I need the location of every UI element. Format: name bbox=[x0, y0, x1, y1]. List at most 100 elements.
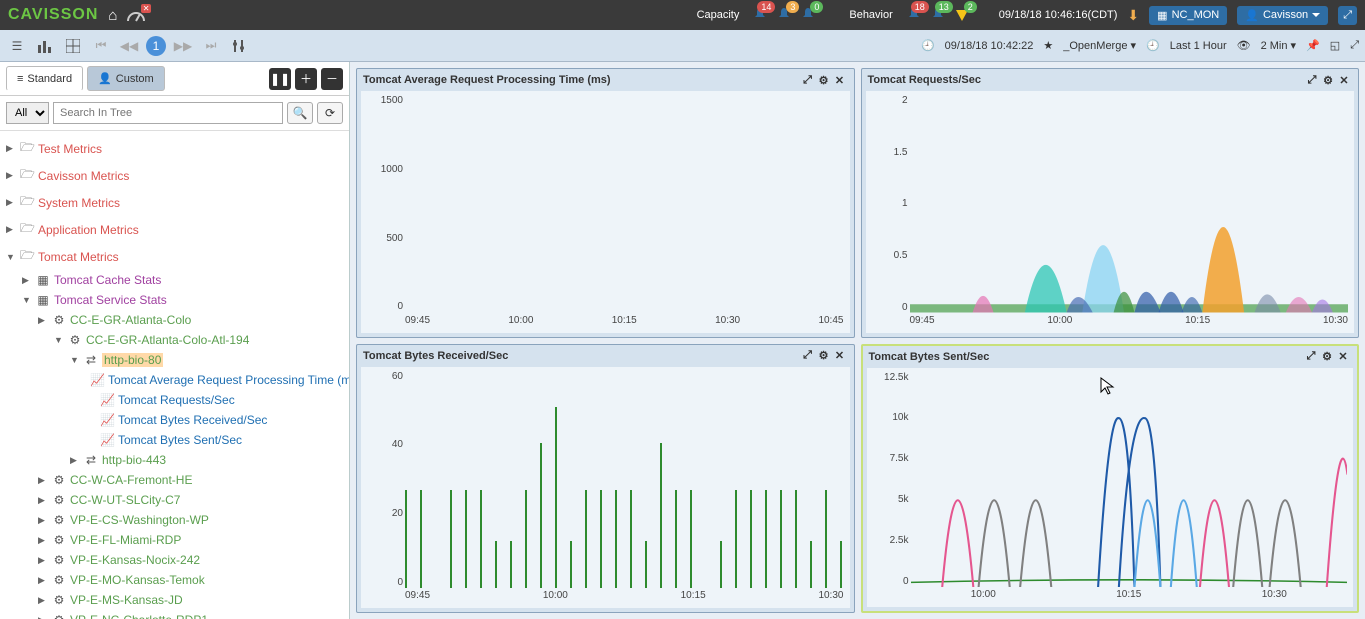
capacity-bell-3[interactable]: 0 bbox=[801, 7, 815, 24]
last-icon[interactable]: ⏭ bbox=[200, 35, 222, 57]
expand-icon[interactable]: ⤢ bbox=[800, 349, 816, 362]
toggle-icon[interactable]: ▶ bbox=[38, 515, 48, 526]
tree-item[interactable]: ▼🗁Tomcat Metrics bbox=[0, 243, 349, 270]
tree-item[interactable]: ▼▦Tomcat Service Stats bbox=[0, 290, 349, 310]
download-icon[interactable]: ⬇ bbox=[1127, 7, 1139, 24]
tree-item[interactable]: ▼⚙CC-E-GR-Atlanta-Colo-Atl-194 bbox=[0, 330, 349, 350]
tree-item[interactable]: ▶▦Tomcat Cache Stats bbox=[0, 270, 349, 290]
toggle-icon[interactable]: ▶ bbox=[6, 224, 16, 235]
first-icon[interactable]: ⏮ bbox=[90, 35, 112, 57]
gear-icon[interactable]: ⚙ bbox=[816, 349, 832, 362]
tree-item[interactable]: ▶⚙VP-E-MS-Kansas-JD bbox=[0, 590, 349, 610]
user-menu-button[interactable]: 👤Cavisson bbox=[1237, 6, 1328, 25]
tree-label: Cavisson Metrics bbox=[38, 169, 129, 183]
toggle-icon[interactable]: ▶ bbox=[38, 535, 48, 546]
toggle-icon[interactable]: ▶ bbox=[38, 615, 48, 619]
close-icon[interactable]: ✕ bbox=[1335, 350, 1351, 363]
dashboard-icon[interactable]: ✕ bbox=[127, 8, 145, 22]
range-dropdown[interactable]: Last 1 Hour bbox=[1170, 40, 1227, 52]
panel-requests-sec: Tomcat Requests/Sec⤢⚙✕ 21.510.50 bbox=[861, 68, 1360, 338]
toggle-icon[interactable]: ▶ bbox=[6, 197, 16, 208]
refresh-dropdown[interactable]: 2 Min ▾ bbox=[1261, 39, 1296, 52]
tree-item[interactable]: ▶⚙VP-E-NC-Charlotte-RDP1 bbox=[0, 610, 349, 619]
expand-button[interactable]: ⤢ bbox=[1338, 6, 1357, 25]
tree-filter-select[interactable]: All bbox=[6, 102, 49, 124]
toggle-icon[interactable]: ▶ bbox=[6, 170, 16, 181]
fullscreen-icon[interactable]: ⤢ bbox=[1350, 39, 1359, 52]
settings-icon[interactable] bbox=[228, 35, 250, 57]
pin-icon[interactable]: 📌 bbox=[1306, 39, 1320, 52]
tree-item[interactable]: ▶ 🗁 Cavisson Metrics bbox=[0, 162, 349, 189]
tree-item[interactable]: ▶🗁Test Metrics bbox=[0, 135, 349, 162]
tree-item[interactable]: ▶⚙CC-W-UT-SLCity-C7 bbox=[0, 490, 349, 510]
gear-icon[interactable]: ⚙ bbox=[816, 74, 832, 87]
toggle-icon[interactable]: ▶ bbox=[38, 555, 48, 566]
toggle-icon[interactable]: ▶ bbox=[38, 575, 48, 586]
pause-button[interactable]: ❚❚ bbox=[269, 68, 291, 90]
next-icon[interactable]: ▶▶ bbox=[172, 35, 194, 57]
tree-item[interactable]: ▶⚙VP-E-CS-Washington-WP bbox=[0, 510, 349, 530]
close-icon[interactable]: ✕ bbox=[1336, 74, 1352, 87]
toggle-icon[interactable]: ▶ bbox=[70, 455, 80, 466]
star-icon[interactable]: ★ bbox=[1043, 39, 1053, 52]
toggle-icon[interactable]: ▼ bbox=[70, 355, 80, 365]
toggle-icon[interactable]: ▶ bbox=[38, 595, 48, 606]
tree-item[interactable]: ▶⚙CC-W-CA-Fremont-HE bbox=[0, 470, 349, 490]
tree-item[interactable]: 📈Tomcat Average Request Processing Time … bbox=[0, 370, 349, 390]
behavior-bell-2[interactable]: 13 bbox=[931, 7, 945, 24]
tree-item[interactable]: 📈Tomcat Bytes Received/Sec bbox=[0, 410, 349, 430]
home-icon[interactable]: ⌂ bbox=[108, 7, 117, 24]
tree-item[interactable]: 📈Tomcat Requests/Sec bbox=[0, 390, 349, 410]
toggle-icon[interactable]: ▼ bbox=[54, 335, 64, 345]
remove-button[interactable]: － bbox=[321, 68, 343, 90]
toggle-icon[interactable]: ▼ bbox=[6, 252, 16, 262]
panel-title: Tomcat Bytes Sent/Sec bbox=[869, 351, 990, 363]
toggle-icon[interactable]: ▼ bbox=[22, 295, 32, 305]
add-button[interactable]: ＋ bbox=[295, 68, 317, 90]
search-icon[interactable]: 🔍 bbox=[287, 102, 313, 124]
refresh-icon[interactable]: ⟳ bbox=[317, 102, 343, 124]
layout-icon[interactable]: ◱ bbox=[1330, 39, 1340, 52]
tree-label: Application Metrics bbox=[38, 223, 139, 237]
toggle-icon[interactable]: ▶ bbox=[38, 475, 48, 486]
barchart-view-icon[interactable] bbox=[34, 35, 56, 57]
tree-item[interactable]: 📈Tomcat Bytes Sent/Sec bbox=[0, 430, 349, 450]
close-icon[interactable]: ✕ bbox=[832, 74, 848, 87]
tree-item[interactable]: ▶⇄http-bio-443 bbox=[0, 450, 349, 470]
tree-item[interactable]: ▶⚙CC-E-GR-Atlanta-Colo bbox=[0, 310, 349, 330]
expand-icon[interactable]: ⤢ bbox=[800, 74, 816, 87]
behavior-bell-1[interactable]: 18 bbox=[907, 7, 921, 24]
line-icon: 📈 bbox=[90, 373, 104, 387]
toggle-icon[interactable]: ▶ bbox=[38, 315, 48, 326]
merge-dropdown[interactable]: _OpenMerge ▾ bbox=[1063, 39, 1136, 52]
gear-icon[interactable]: ⚙ bbox=[1319, 350, 1335, 363]
toggle-icon[interactable]: ▶ bbox=[38, 495, 48, 506]
expand-icon[interactable]: ⤢ bbox=[1303, 350, 1319, 363]
folder-icon: 🗁 bbox=[20, 165, 34, 186]
menu-icon[interactable]: ☰ bbox=[6, 35, 28, 57]
nc-mon-button[interactable]: ▦NC_MON bbox=[1149, 6, 1227, 25]
capacity-bell-2[interactable]: 3 bbox=[777, 7, 791, 24]
prev-icon[interactable]: ◀◀ bbox=[118, 35, 140, 57]
tab-custom[interactable]: 👤Custom bbox=[87, 66, 165, 91]
tree-item[interactable]: ▼⇄http-bio-80 bbox=[0, 350, 349, 370]
close-icon[interactable]: ✕ bbox=[832, 349, 848, 362]
grid-view-icon[interactable] bbox=[62, 35, 84, 57]
toggle-icon[interactable]: ▶ bbox=[22, 275, 32, 286]
area-chart bbox=[910, 95, 1349, 313]
tree-label: CC-E-GR-Atlanta-Colo bbox=[70, 313, 191, 327]
tree-item[interactable]: ▶⚙VP-E-MO-Kansas-Temok bbox=[0, 570, 349, 590]
behavior-bell-3[interactable]: 2 bbox=[955, 7, 969, 24]
capacity-bell-1[interactable]: 14 bbox=[753, 7, 767, 24]
tree-item[interactable]: ▶🗁System Metrics bbox=[0, 189, 349, 216]
page-indicator[interactable]: 1 bbox=[146, 36, 166, 56]
toggle-icon[interactable]: ▶ bbox=[6, 143, 16, 154]
gear-icon[interactable]: ⚙ bbox=[1320, 74, 1336, 87]
metrics-tree[interactable]: ▶🗁Test Metrics▶🗁Cavisson Metrics▶🗁System… bbox=[0, 131, 349, 619]
tree-item[interactable]: ▶🗁Application Metrics bbox=[0, 216, 349, 243]
tree-item[interactable]: ▶⚙VP-E-Kansas-Nocix-242 bbox=[0, 550, 349, 570]
tree-item[interactable]: ▶⚙VP-E-FL-Miami-RDP bbox=[0, 530, 349, 550]
search-input[interactable] bbox=[53, 102, 283, 124]
expand-icon[interactable]: ⤢ bbox=[1304, 74, 1320, 87]
tab-standard[interactable]: ≡Standard bbox=[6, 66, 83, 91]
